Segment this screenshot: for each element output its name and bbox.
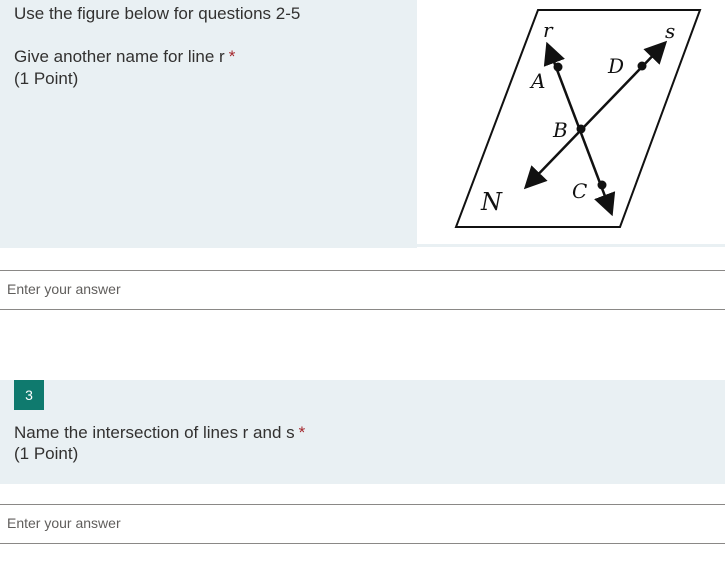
figure-instructions: Use the figure below for questions 2-5 [14,4,301,23]
plane-lines-diagram: r s A B C D N [454,9,702,228]
question-2-answer-input[interactable] [0,271,707,307]
required-marker: * [228,47,236,66]
question-3-answer-input[interactable] [0,505,707,541]
label-r: r [543,18,554,42]
required-marker: * [298,423,306,442]
label-plane-n: N [480,188,503,216]
question-3-title-text: Name the intersection of lines r and s [14,423,295,442]
question-2-block: Use the figure below for questions 2-5 G… [0,0,725,248]
question-2-answer-box [0,270,725,310]
question-number-badge: 3 [14,380,44,410]
question-3-answer-box [0,504,725,544]
question-3-title: Name the intersection of lines r and s * [14,422,305,444]
question-2-points: (1 Point) [14,69,79,88]
question-2-panel: Use the figure below for questions 2-5 G… [0,0,417,248]
question-2-title-text: Give another name for line r [14,47,225,66]
point-b [576,124,586,134]
label-s: s [665,19,675,43]
question-2-title: Give another name for line r * [14,46,235,68]
question-3-block: 3 Name the intersection of lines r and s… [0,380,725,484]
geometry-figure: r s A B C D N [417,0,725,247]
point-a [553,62,563,72]
label-b: B [552,118,568,142]
label-a: A [529,69,545,93]
point-d [637,61,647,71]
label-d: D [607,54,624,78]
point-c [597,180,607,190]
label-c: C [572,179,587,203]
question-3-points: (1 Point) [14,444,79,463]
